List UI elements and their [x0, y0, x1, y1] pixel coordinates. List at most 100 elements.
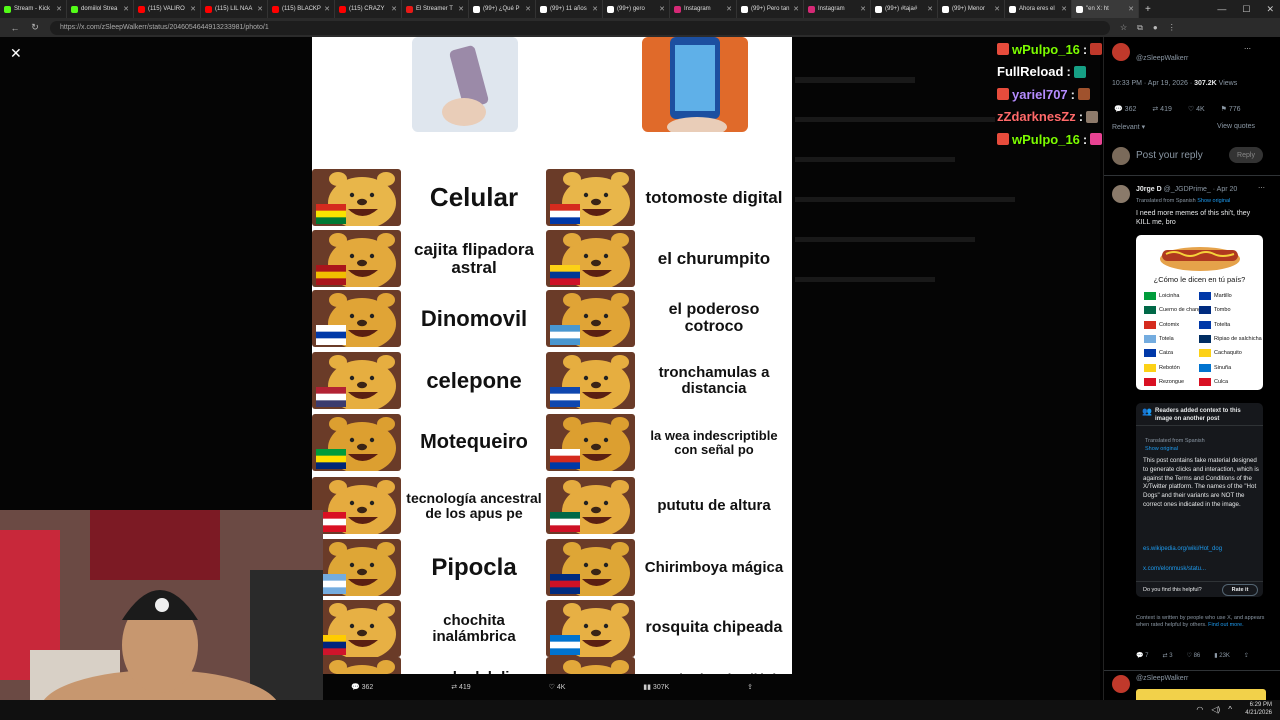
- sort-dropdown[interactable]: Relevant ▾: [1112, 123, 1145, 131]
- reply-author-handle[interactable]: @_JGDPrime_: [1164, 186, 1211, 193]
- reply-likes[interactable]: ♡ 86: [1187, 652, 1201, 659]
- browser-tab[interactable]: Ahora eres el ✕: [1005, 0, 1072, 18]
- chat-username[interactable]: wPulpo_16: [1012, 132, 1080, 147]
- reply-author-avatar[interactable]: [1112, 185, 1130, 203]
- browser-tab[interactable]: (99+) 11 años ✕: [536, 0, 603, 18]
- back-icon[interactable]: ←: [10, 23, 20, 33]
- rate-it-button[interactable]: Rate it: [1222, 584, 1258, 596]
- tab-close-icon[interactable]: ✕: [391, 5, 397, 13]
- chat-message: zZdarknesZz:: [997, 106, 1117, 129]
- tab-label: "en X: ht: [1086, 6, 1109, 12]
- tab-close-icon[interactable]: ✕: [525, 5, 531, 13]
- find-out-more-link[interactable]: Find out more.: [1208, 622, 1243, 628]
- chat-username[interactable]: wPulpo_16: [1012, 42, 1080, 57]
- browser-tab[interactable]: (99+) Menor ✕: [938, 0, 1005, 18]
- browser-tab[interactable]: (99+) ¿Qué P ✕: [469, 0, 536, 18]
- tab-close-icon[interactable]: ✕: [1061, 5, 1067, 13]
- taskbar-clock[interactable]: 6:29 PM 4/21/2026: [1245, 702, 1272, 718]
- maximize-icon[interactable]: ☐: [1242, 4, 1250, 15]
- reply-more-icon[interactable]: ⋯: [1258, 184, 1265, 192]
- share-icon[interactable]: ⇪: [747, 683, 753, 691]
- tab-close-icon[interactable]: ✕: [726, 5, 732, 13]
- volume-icon[interactable]: ◁): [1211, 705, 1220, 714]
- like-stat[interactable]: ♡ 4K: [1188, 105, 1205, 113]
- chat-username[interactable]: yariel707: [1012, 87, 1068, 102]
- hotdog-name: Caiza: [1159, 350, 1174, 357]
- tab-close-icon[interactable]: ✕: [190, 5, 196, 13]
- reply-views-count: 23K: [1219, 653, 1230, 659]
- new-tab-icon[interactable]: +: [1145, 4, 1151, 15]
- chat-username[interactable]: FullReload: [997, 64, 1063, 79]
- menu-icon[interactable]: ⋮: [1168, 23, 1176, 32]
- browser-tab[interactable]: (99+) Pero tan ✕: [737, 0, 804, 18]
- show-original-link[interactable]: Show original: [1197, 198, 1230, 204]
- tab-close-icon[interactable]: ✕: [458, 5, 464, 13]
- repost-stat[interactable]: ⇄ 419: [1152, 105, 1172, 113]
- browser-tab[interactable]: (99+) #taja# ✕: [871, 0, 938, 18]
- browser-tab[interactable]: Instagram ✕: [804, 0, 871, 18]
- browser-tab[interactable]: "en X: ht ✕: [1072, 0, 1139, 18]
- note-link-x[interactable]: x.com/elonmusk/statu...: [1143, 566, 1206, 572]
- tab-close-icon[interactable]: ✕: [324, 5, 330, 13]
- chat-emote-icon: [1086, 110, 1099, 123]
- note-link-wikipedia[interactable]: es.wikipedia.org/wiki/Hot_dog: [1143, 546, 1222, 552]
- tab-close-icon[interactable]: ✕: [56, 5, 62, 13]
- repost-action[interactable]: ⇄ 419: [451, 683, 471, 691]
- tab-close-icon[interactable]: ✕: [793, 5, 799, 13]
- url-field[interactable]: https://x.com/zSleepWalkerr/status/20460…: [50, 20, 1110, 35]
- reply-views[interactable]: ▮ 23K: [1214, 652, 1230, 659]
- close-window-icon[interactable]: ✕: [1266, 4, 1274, 15]
- next-post-handle[interactable]: @zSleepWalkerr: [1136, 675, 1188, 682]
- browser-tab[interactable]: (115) VALIRO ✕: [134, 0, 201, 18]
- bookmark-stat[interactable]: ⚑ 776: [1221, 105, 1241, 113]
- meme-label-right: rosquita chipeada: [645, 619, 783, 637]
- reload-icon[interactable]: ↻: [30, 22, 40, 33]
- star-icon[interactable]: ☆: [1120, 23, 1127, 32]
- note-show-original[interactable]: Show original: [1145, 446, 1178, 452]
- reply-input[interactable]: Post your reply: [1136, 150, 1203, 161]
- browser-tab[interactable]: Stream - Kick ✕: [0, 0, 67, 18]
- browser-tab[interactable]: (115) CRAZY ✕: [335, 0, 402, 18]
- reply-button[interactable]: Reply: [1229, 147, 1263, 163]
- reply-author-name[interactable]: J0rge D: [1136, 186, 1162, 193]
- reply-stat[interactable]: 💬 362: [1114, 105, 1136, 113]
- reply-replies[interactable]: 💬 7: [1136, 652, 1148, 659]
- browser-tab[interactable]: El Streamer T ✕: [402, 0, 469, 18]
- browser-tab[interactable]: (115) LIL NAA ✕: [201, 0, 268, 18]
- browser-tab[interactable]: (115) BLACKP ✕: [268, 0, 335, 18]
- minimize-icon[interactable]: —: [1217, 4, 1226, 14]
- tab-close-icon[interactable]: ✕: [123, 5, 129, 13]
- tab-close-icon[interactable]: ✕: [860, 5, 866, 13]
- reply-date: Apr 20: [1216, 186, 1238, 193]
- profile-icon[interactable]: ●: [1153, 23, 1158, 32]
- tab-close-icon[interactable]: ✕: [592, 5, 598, 13]
- people-icon: 👥: [1142, 407, 1152, 416]
- next-post-avatar[interactable]: [1112, 675, 1130, 693]
- reply-reposts[interactable]: ⇄ 3: [1162, 652, 1172, 659]
- more-icon[interactable]: ⋯: [1244, 45, 1251, 53]
- tab-close-icon[interactable]: ✕: [257, 5, 263, 13]
- browser-tab[interactable]: (99+) gero ✕: [603, 0, 670, 18]
- browser-tab[interactable]: Instagram ✕: [670, 0, 737, 18]
- chevron-up-icon[interactable]: ^: [1228, 705, 1232, 714]
- like-action[interactable]: ♡ 4K: [549, 683, 566, 691]
- author-handle[interactable]: @zSleepWalkerr: [1136, 55, 1188, 62]
- wifi-icon[interactable]: ◠: [1196, 705, 1203, 714]
- chat-username[interactable]: zZdarknesZz: [997, 109, 1076, 124]
- tab-close-icon[interactable]: ✕: [994, 5, 1000, 13]
- like-count: 4K: [556, 684, 566, 691]
- tab-close-icon[interactable]: ✕: [927, 5, 933, 13]
- tab-close-icon[interactable]: ✕: [1128, 5, 1134, 13]
- tab-close-icon[interactable]: ✕: [659, 5, 665, 13]
- hotdog-image: ¿Cómo le dicen en tú país? Loicinha Cuern…: [1136, 235, 1263, 390]
- author-avatar[interactable]: [1112, 43, 1130, 61]
- reply-action[interactable]: 💬 362: [351, 683, 373, 691]
- close-viewer-icon[interactable]: ✕: [10, 45, 22, 62]
- reply-share-icon[interactable]: ⇪: [1244, 652, 1249, 659]
- extensions-icon[interactable]: ⧉: [1137, 23, 1143, 33]
- views-action[interactable]: ▮▮ 307K: [643, 683, 669, 691]
- hotdog-name: Culca: [1214, 378, 1229, 385]
- view-quotes-link[interactable]: View quotes: [1217, 123, 1255, 130]
- browser-tab[interactable]: domiilol Strea ✕: [67, 0, 134, 18]
- hotdog-name: Cachaquito: [1214, 350, 1242, 357]
